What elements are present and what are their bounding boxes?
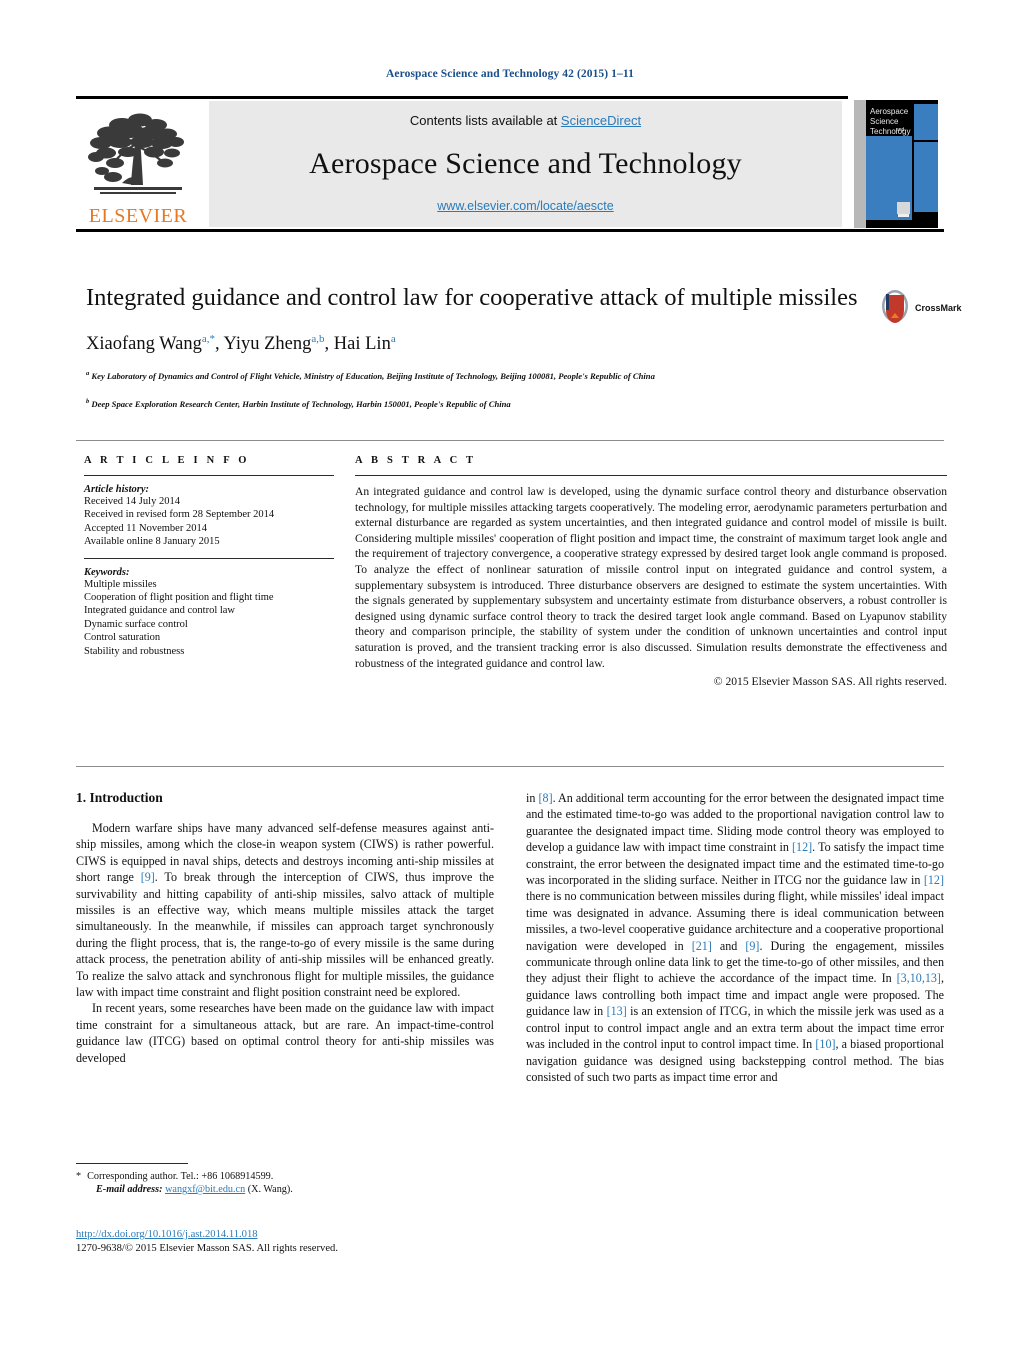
- affiliation-a: a Key Laboratory of Dynamics and Control…: [86, 368, 876, 382]
- band-rule-bottom: [76, 766, 944, 767]
- keyword-item: Integrated guidance and control law: [84, 605, 236, 617]
- corresponding-author-footnote: * Corresponding author. Tel.: +86 1068914…: [76, 1163, 494, 1196]
- crossmark-badge[interactable]: CrossMark: [878, 286, 962, 330]
- footnote-rule: [76, 1163, 188, 1164]
- sciencedirect-link[interactable]: ScienceDirect: [561, 113, 641, 128]
- band-rule-top: [76, 440, 944, 441]
- article-info-column: A R T I C L E I N F O Article history: R…: [84, 455, 334, 658]
- body-paragraph: in [8]. An additional term accounting fo…: [526, 791, 945, 1084]
- journal-masthead: ELSEVIER Contents lists available at Sci…: [76, 96, 944, 232]
- masthead-rule-top: [76, 96, 944, 99]
- keyword-item: Stability and robustness: [84, 645, 185, 657]
- crossmark-label: CrossMark: [915, 303, 962, 313]
- elsevier-wordmark: ELSEVIER: [88, 205, 188, 227]
- article-history-item: Available online 8 January 2015: [84, 536, 220, 548]
- abstract-text: An integrated guidance and control law i…: [355, 485, 947, 670]
- keywords-divider: [84, 557, 334, 559]
- contents-available-line: Contents lists available at ScienceDirec…: [410, 113, 641, 128]
- journal-cover-thumbnail: Aerospace Science and Technology: [848, 96, 944, 232]
- contents-prefix: Contents lists available at: [409, 113, 561, 128]
- affiliation-marker-a: a: [86, 370, 90, 378]
- running-head: Aerospace Science and Technology 42 (201…: [386, 68, 634, 80]
- footnote-email-line: E-mail address: wangxf@bit.edu.cn (X. Wa…: [76, 1183, 494, 1196]
- body-paragraph: In recent years, some researches have be…: [76, 1001, 494, 1065]
- article-footer: http://dx.doi.org/10.1016/j.ast.2014.11.…: [76, 1224, 506, 1256]
- masthead-center: Contents lists available at ScienceDirec…: [209, 101, 842, 227]
- author-list: Xiaofang Wanga,*, Yiyu Zhenga,b, Hai Lin…: [86, 333, 396, 355]
- article-info-heading: A R T I C L E I N F O: [84, 455, 250, 466]
- keywords-label: Keywords:: [84, 566, 130, 578]
- affiliation-marker-b: b: [86, 397, 90, 405]
- email-address-label: E-mail address:: [96, 1184, 163, 1195]
- body-paragraph: Modern warfare ships have many advanced …: [76, 821, 494, 1000]
- email-owner: (X. Wang).: [247, 1184, 293, 1195]
- footnote-corresponding-line: * Corresponding author. Tel.: +86 1068914…: [76, 1170, 494, 1183]
- article-history-item: Accepted 11 November 2014: [84, 522, 207, 534]
- affiliation-b: b Deep Space Exploration Research Center…: [86, 396, 876, 410]
- elsevier-tree-icon: [82, 109, 194, 205]
- body-column-right: in [8]. An additional term accounting fo…: [526, 790, 944, 1085]
- abstract-heading: A B S T R A C T: [355, 455, 477, 466]
- crossmark-icon: [878, 289, 912, 328]
- journal-title: Aerospace Science and Technology: [309, 146, 742, 180]
- email-link[interactable]: wangxf@bit.edu.cn: [165, 1184, 245, 1195]
- abstract-divider: [355, 475, 947, 476]
- keyword-item: Dynamic surface control: [84, 618, 188, 630]
- article-header: Integrated guidance and control law for …: [86, 283, 876, 410]
- body-column-left: 1. Introduction Modern warfare ships hav…: [76, 790, 494, 1066]
- doi-link[interactable]: http://dx.doi.org/10.1016/j.ast.2014.11.…: [76, 1229, 258, 1240]
- article-history-item: Received in revised form 28 September 20…: [84, 509, 275, 521]
- svg-text:Science: Science: [870, 117, 899, 126]
- keyword-item: Control saturation: [84, 632, 161, 644]
- keyword-item: Cooperation of flight position and fligh…: [84, 592, 274, 604]
- article-info-divider: [84, 475, 334, 476]
- affiliation-a-text: Key Laboratory of Dynamics and Control o…: [91, 371, 655, 382]
- keyword-item: Multiple missiles: [84, 578, 157, 590]
- article-history-item: Received 14 July 2014: [84, 496, 180, 507]
- issn-copyright-line: 1270-9638/© 2015 Elsevier Masson SAS. Al…: [76, 1243, 338, 1254]
- paper-title: Integrated guidance and control law for …: [86, 284, 858, 311]
- abstract-copyright: © 2015 Elsevier Masson SAS. All rights r…: [713, 675, 947, 689]
- affiliation-b-text: Deep Space Exploration Research Center, …: [91, 398, 511, 409]
- elsevier-logo: ELSEVIER: [76, 101, 200, 227]
- svg-text:Aerospace: Aerospace: [870, 107, 909, 116]
- journal-homepage-link[interactable]: www.elsevier.com/locate/aescte: [437, 199, 613, 213]
- masthead-rule-bottom: [76, 229, 944, 232]
- abstract-column: A B S T R A C T An integrated guidance a…: [355, 455, 947, 688]
- footnote-corresponding-text: Corresponding author. Tel.: +86 10689145…: [87, 1171, 274, 1182]
- article-history-label: Article history:: [84, 484, 150, 495]
- svg-text:Technology: Technology: [870, 127, 910, 136]
- section-title-introduction: 1. Introduction: [76, 790, 163, 805]
- footnote-star-marker: *: [76, 1171, 82, 1182]
- journal-article-page: Aerospace Science and Technology 42 (201…: [0, 0, 1020, 1351]
